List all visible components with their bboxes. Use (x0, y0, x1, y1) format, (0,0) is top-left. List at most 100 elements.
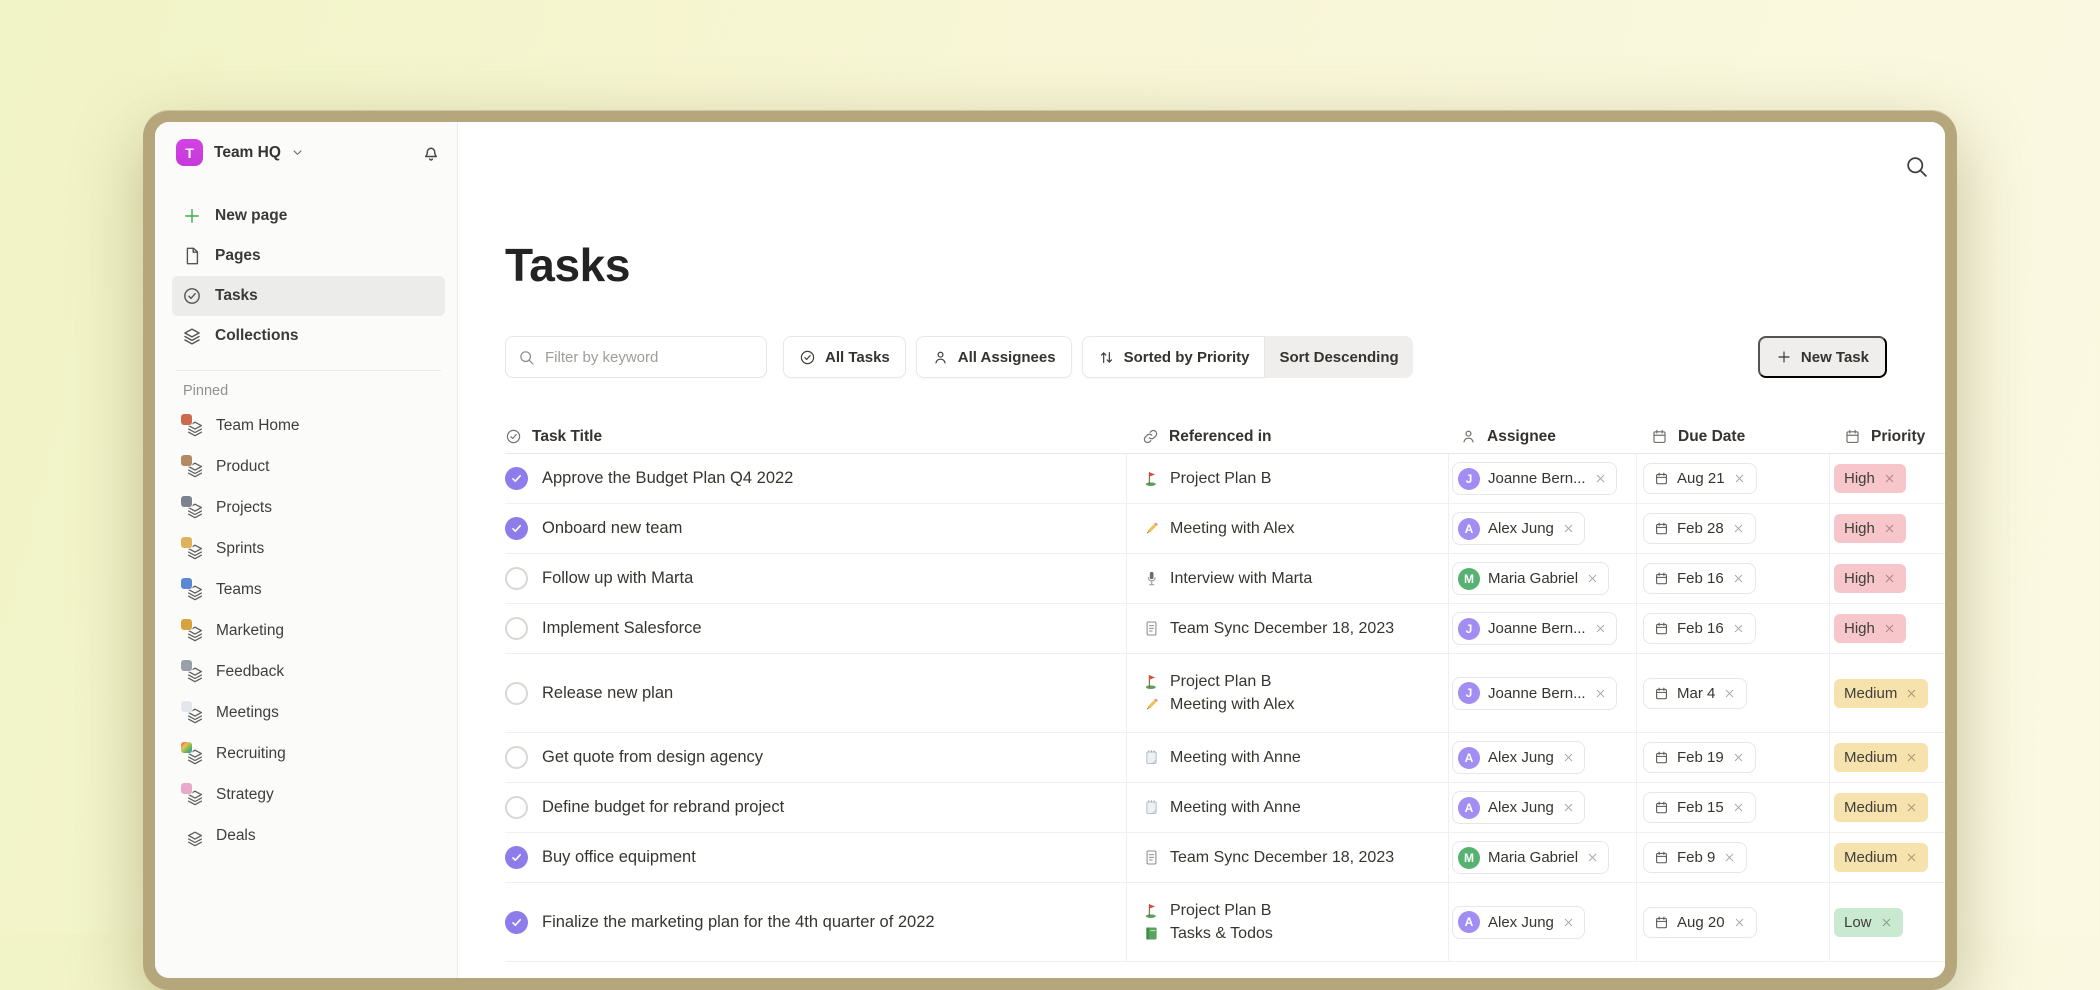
remove-due-date-icon[interactable] (1732, 801, 1745, 814)
pinned-item-strategy[interactable]: Strategy (172, 774, 445, 815)
task-checkbox[interactable] (505, 467, 528, 490)
remove-assignee-icon[interactable] (1562, 916, 1575, 929)
remove-due-date-icon[interactable] (1732, 572, 1745, 585)
sidebar-item-tasks[interactable]: Tasks (172, 276, 445, 316)
due-date-pill[interactable]: Feb 16 (1643, 563, 1756, 594)
search-icon[interactable] (1904, 154, 1929, 179)
column-header-assignee[interactable]: Assignee (1448, 428, 1636, 446)
due-date-pill[interactable]: Feb 19 (1643, 742, 1756, 773)
pinned-item-feedback[interactable]: Feedback (172, 651, 445, 692)
sorted-by-button[interactable]: Sorted by Priority (1082, 336, 1266, 378)
reference-item[interactable]: Meeting with Anne (1143, 749, 1301, 767)
sidebar-item-collections[interactable]: Collections (172, 316, 445, 356)
reference-item[interactable]: Project Plan B (1143, 902, 1271, 920)
pinned-item-marketing[interactable]: Marketing (172, 610, 445, 651)
priority-pill[interactable]: Low (1834, 908, 1903, 937)
reference-item[interactable]: Interview with Marta (1143, 570, 1312, 588)
remove-priority-icon[interactable] (1905, 751, 1918, 764)
remove-assignee-icon[interactable] (1562, 801, 1575, 814)
task-checkbox[interactable] (505, 846, 528, 869)
priority-pill[interactable]: High (1834, 464, 1906, 493)
pinned-item-meetings[interactable]: Meetings (172, 692, 445, 733)
reference-item[interactable]: Meeting with Anne (1143, 799, 1301, 817)
assignee-pill[interactable]: J Joanne Bern... (1452, 612, 1617, 645)
assignee-pill[interactable]: A Alex Jung (1452, 512, 1585, 545)
remove-assignee-icon[interactable] (1562, 522, 1575, 535)
priority-pill[interactable]: Medium (1834, 843, 1928, 872)
remove-due-date-icon[interactable] (1733, 916, 1746, 929)
due-date-pill[interactable]: Feb 28 (1643, 513, 1756, 544)
remove-priority-icon[interactable] (1883, 522, 1896, 535)
due-date-pill[interactable]: Aug 21 (1643, 463, 1757, 494)
priority-pill[interactable]: High (1834, 564, 1906, 593)
due-date-pill[interactable]: Feb 9 (1643, 842, 1747, 873)
remove-priority-icon[interactable] (1905, 851, 1918, 864)
column-header-priority[interactable]: Priority (1829, 428, 1945, 446)
pinned-item-projects[interactable]: Projects (172, 487, 445, 528)
pinned-item-product[interactable]: Product (172, 446, 445, 487)
assignee-pill[interactable]: A Alex Jung (1452, 741, 1585, 774)
remove-assignee-icon[interactable] (1586, 572, 1599, 585)
pinned-item-deals[interactable]: Deals (172, 815, 445, 856)
remove-assignee-icon[interactable] (1562, 751, 1575, 764)
priority-pill[interactable]: Medium (1834, 679, 1928, 708)
assignee-pill[interactable]: J Joanne Bern... (1452, 462, 1617, 495)
column-header-due-date[interactable]: Due Date (1636, 428, 1829, 446)
notifications-bell-icon[interactable] (421, 143, 441, 163)
assignee-pill[interactable]: J Joanne Bern... (1452, 677, 1617, 710)
task-checkbox[interactable] (505, 911, 528, 934)
task-checkbox[interactable] (505, 617, 528, 640)
remove-due-date-icon[interactable] (1733, 472, 1746, 485)
all-assignees-filter-button[interactable]: All Assignees (916, 336, 1072, 378)
pinned-item-team-home[interactable]: Team Home (172, 405, 445, 446)
keyword-filter-input[interactable] (545, 349, 754, 366)
remove-assignee-icon[interactable] (1594, 622, 1607, 635)
pinned-item-sprints[interactable]: Sprints (172, 528, 445, 569)
priority-pill[interactable]: Medium (1834, 743, 1928, 772)
reference-item[interactable]: Project Plan B (1143, 470, 1271, 488)
pinned-item-teams[interactable]: Teams (172, 569, 445, 610)
sort-direction-button[interactable]: Sort Descending (1265, 336, 1412, 378)
reference-item[interactable]: Project Plan B (1143, 673, 1271, 691)
remove-assignee-icon[interactable] (1594, 687, 1607, 700)
remove-priority-icon[interactable] (1880, 916, 1893, 929)
column-header-referenced-in[interactable]: Referenced in (1126, 428, 1448, 446)
due-date-pill[interactable]: Aug 20 (1643, 907, 1757, 938)
remove-priority-icon[interactable] (1883, 572, 1896, 585)
remove-due-date-icon[interactable] (1723, 687, 1736, 700)
priority-pill[interactable]: Medium (1834, 793, 1928, 822)
sidebar-item-pages[interactable]: Pages (172, 236, 445, 276)
pinned-item-recruiting[interactable]: Recruiting (172, 733, 445, 774)
task-checkbox[interactable] (505, 746, 528, 769)
reference-item[interactable]: Meeting with Alex (1143, 520, 1295, 538)
task-checkbox[interactable] (505, 796, 528, 819)
all-tasks-filter-button[interactable]: All Tasks (783, 336, 906, 378)
priority-pill[interactable]: High (1834, 614, 1906, 643)
remove-priority-icon[interactable] (1883, 622, 1896, 635)
remove-priority-icon[interactable] (1905, 801, 1918, 814)
reference-item[interactable]: Team Sync December 18, 2023 (1143, 620, 1394, 638)
due-date-pill[interactable]: Feb 16 (1643, 613, 1756, 644)
remove-due-date-icon[interactable] (1732, 751, 1745, 764)
task-checkbox[interactable] (505, 517, 528, 540)
workspace-switcher[interactable]: T Team HQ (172, 139, 445, 166)
remove-priority-icon[interactable] (1883, 472, 1896, 485)
remove-assignee-icon[interactable] (1586, 851, 1599, 864)
assignee-pill[interactable]: M Maria Gabriel (1452, 562, 1609, 595)
due-date-pill[interactable]: Mar 4 (1643, 678, 1747, 709)
task-checkbox[interactable] (505, 682, 528, 705)
remove-due-date-icon[interactable] (1732, 522, 1745, 535)
remove-priority-icon[interactable] (1905, 687, 1918, 700)
reference-item[interactable]: Meeting with Alex (1143, 696, 1295, 714)
priority-pill[interactable]: High (1834, 514, 1906, 543)
remove-due-date-icon[interactable] (1732, 622, 1745, 635)
task-checkbox[interactable] (505, 567, 528, 590)
new-task-button[interactable]: New Task (1758, 336, 1887, 378)
assignee-pill[interactable]: A Alex Jung (1452, 791, 1585, 824)
remove-assignee-icon[interactable] (1594, 472, 1607, 485)
due-date-pill[interactable]: Feb 15 (1643, 792, 1756, 823)
assignee-pill[interactable]: M Maria Gabriel (1452, 841, 1609, 874)
sidebar-item-new-page[interactable]: New page (172, 196, 445, 236)
reference-item[interactable]: Team Sync December 18, 2023 (1143, 849, 1394, 867)
remove-due-date-icon[interactable] (1723, 851, 1736, 864)
